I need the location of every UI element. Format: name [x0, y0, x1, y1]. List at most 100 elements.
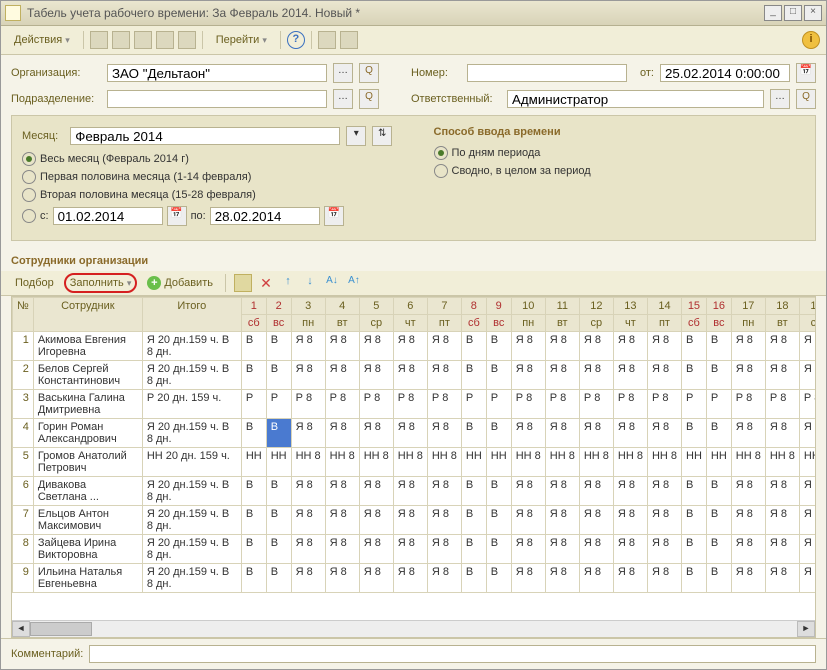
- cell-day[interactable]: Я 8: [393, 535, 427, 564]
- cell-day[interactable]: В: [706, 506, 731, 535]
- cell-day[interactable]: Я 8: [511, 477, 545, 506]
- month-dropdown-button[interactable]: ▾: [346, 126, 366, 146]
- table-row[interactable]: 1Акимова Евгения ИгоревнаЯ 20 дн.159 ч. …: [13, 332, 816, 361]
- cell-day[interactable]: НН: [461, 448, 486, 477]
- cell-day[interactable]: Я 8: [799, 332, 815, 361]
- cell-day[interactable]: Я 8: [359, 361, 393, 390]
- month-stepper-button[interactable]: ⇅: [372, 126, 392, 146]
- cell-day[interactable]: В: [241, 477, 266, 506]
- cell-day[interactable]: Я 8: [613, 535, 647, 564]
- cell-day[interactable]: В: [486, 361, 511, 390]
- post-icon[interactable]: [156, 31, 174, 49]
- cell-day[interactable]: Я 8: [545, 535, 579, 564]
- cell-day[interactable]: Я 8: [511, 332, 545, 361]
- cell-day[interactable]: В: [486, 419, 511, 448]
- org-input[interactable]: [107, 64, 327, 82]
- doc-icon[interactable]: [112, 31, 130, 49]
- cell-day[interactable]: В: [241, 361, 266, 390]
- cell-day[interactable]: НН 8: [647, 448, 681, 477]
- table-row[interactable]: 3Васькина Галина ДмитриевнаР 20 дн. 159 …: [13, 390, 816, 419]
- resp-select-button[interactable]: …: [770, 89, 790, 109]
- cell-day[interactable]: Я 8: [291, 535, 325, 564]
- cell-day[interactable]: Р 8: [427, 390, 461, 419]
- cell-day[interactable]: В: [266, 535, 291, 564]
- cell-day[interactable]: Я 8: [579, 332, 613, 361]
- cell-day[interactable]: В: [461, 477, 486, 506]
- cell-day[interactable]: Я 8: [427, 477, 461, 506]
- cell-day[interactable]: В: [486, 477, 511, 506]
- date-input[interactable]: [660, 64, 790, 82]
- cell-day[interactable]: Я 8: [325, 332, 359, 361]
- help-icon[interactable]: ?: [287, 31, 305, 49]
- cell-day[interactable]: НН 8: [511, 448, 545, 477]
- cell-day[interactable]: В: [682, 361, 707, 390]
- cell-day[interactable]: Р 8: [765, 390, 799, 419]
- cell-day[interactable]: НН: [266, 448, 291, 477]
- org-search-button[interactable]: Q: [359, 63, 379, 83]
- cell-day[interactable]: Я 8: [545, 564, 579, 593]
- cell-day[interactable]: Я 8: [731, 564, 765, 593]
- cell-day[interactable]: Я 8: [731, 361, 765, 390]
- radio-by-days[interactable]: По дням периода: [434, 146, 806, 160]
- cell-day[interactable]: Я 8: [613, 477, 647, 506]
- goto-menu[interactable]: Перейти ▾: [209, 31, 274, 49]
- cell-day[interactable]: Я 8: [731, 535, 765, 564]
- cell-day[interactable]: Я 8: [579, 506, 613, 535]
- cell-day[interactable]: В: [461, 332, 486, 361]
- cell-day[interactable]: Я 8: [613, 361, 647, 390]
- cell-day[interactable]: В: [682, 564, 707, 593]
- cell-day[interactable]: Я 8: [325, 535, 359, 564]
- info-icon[interactable]: i: [802, 31, 820, 49]
- cell-day[interactable]: Я 8: [359, 535, 393, 564]
- cell-day[interactable]: Я 8: [393, 477, 427, 506]
- cell-day[interactable]: Я 8: [765, 419, 799, 448]
- cell-day[interactable]: В: [461, 564, 486, 593]
- cell-day[interactable]: Я 8: [647, 361, 681, 390]
- cell-day[interactable]: Р 8: [291, 390, 325, 419]
- list-icon[interactable]: [318, 31, 336, 49]
- cell-day[interactable]: Я 8: [765, 506, 799, 535]
- cell-day[interactable]: Я 8: [325, 564, 359, 593]
- cell-day[interactable]: Р: [682, 390, 707, 419]
- cell-day[interactable]: В: [486, 506, 511, 535]
- cell-day[interactable]: Я 8: [511, 535, 545, 564]
- dept-input[interactable]: [107, 90, 327, 108]
- cell-day[interactable]: В: [266, 361, 291, 390]
- cell-day[interactable]: В: [706, 564, 731, 593]
- cell-day[interactable]: Я 8: [545, 419, 579, 448]
- cell-day[interactable]: Я 8: [647, 477, 681, 506]
- horizontal-scrollbar[interactable]: ◄ ►: [12, 620, 815, 637]
- cell-day[interactable]: В: [266, 332, 291, 361]
- cell-day[interactable]: Я 8: [427, 332, 461, 361]
- cell-day[interactable]: НН: [241, 448, 266, 477]
- cell-day[interactable]: Я 8: [325, 361, 359, 390]
- cell-day[interactable]: Я 8: [393, 419, 427, 448]
- cell-day[interactable]: Я 8: [393, 564, 427, 593]
- sort-desc-icon[interactable]: A↑: [346, 275, 362, 291]
- cell-day[interactable]: Я 8: [427, 506, 461, 535]
- cell-day[interactable]: Я 8: [731, 506, 765, 535]
- table-row[interactable]: 7Ельцов Антон МаксимовичЯ 20 дн.159 ч. В…: [13, 506, 816, 535]
- actions-menu[interactable]: Действия ▾: [7, 31, 77, 49]
- cell-day[interactable]: В: [461, 535, 486, 564]
- cell-day[interactable]: НН 8: [393, 448, 427, 477]
- cell-day[interactable]: В: [241, 506, 266, 535]
- cell-day[interactable]: Я 8: [545, 477, 579, 506]
- dept-select-button[interactable]: …: [333, 89, 353, 109]
- cell-day[interactable]: В: [486, 332, 511, 361]
- calendar-icon[interactable]: 📅: [324, 206, 344, 226]
- cell-day[interactable]: НН 8: [359, 448, 393, 477]
- down-icon[interactable]: ↓: [302, 275, 318, 291]
- close-button[interactable]: ×: [804, 5, 822, 21]
- maximize-button[interactable]: □: [784, 5, 802, 21]
- cell-day[interactable]: Я 8: [647, 419, 681, 448]
- cell-day[interactable]: Р 8: [545, 390, 579, 419]
- cell-day[interactable]: Я 8: [799, 477, 815, 506]
- cell-day[interactable]: Я 8: [427, 419, 461, 448]
- cell-day[interactable]: Я 8: [613, 332, 647, 361]
- cell-day[interactable]: Я 8: [325, 506, 359, 535]
- cell-day[interactable]: В: [706, 419, 731, 448]
- add-button[interactable]: +Добавить: [143, 274, 217, 292]
- podbor-button[interactable]: Подбор: [11, 275, 58, 291]
- cell-day[interactable]: Я 8: [579, 535, 613, 564]
